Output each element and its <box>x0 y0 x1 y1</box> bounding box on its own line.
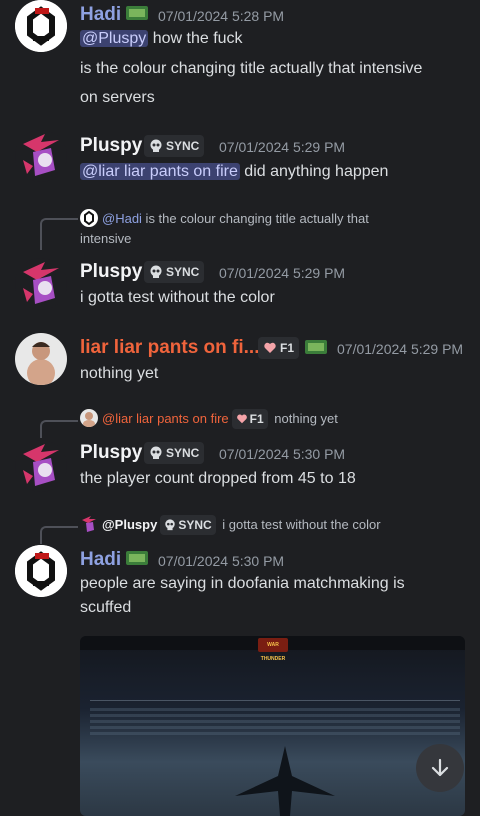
avatar-liar[interactable] <box>15 333 67 385</box>
pepe-flag-icon <box>126 551 148 565</box>
heart-icon <box>264 342 276 353</box>
reply-connector <box>40 420 78 438</box>
author-name[interactable]: liar liar pants on fi... <box>80 336 259 360</box>
reply-connector <box>40 526 78 544</box>
avatar-pluspy[interactable] <box>15 130 67 182</box>
role-tag: F1 <box>231 409 268 429</box>
avatar-liar-mini <box>80 409 98 427</box>
role-tag: F1 <box>258 337 300 359</box>
reply-preview[interactable]: @Pluspy SYNC i gotta test without the col… <box>80 515 381 535</box>
war-thunder-logo: WAR THUNDER <box>258 638 288 662</box>
message-line: scuffed <box>80 599 132 616</box>
scoreboard-divider <box>90 700 460 701</box>
message-line: i gotta test without the color <box>80 289 275 306</box>
timestamp: 07/01/2024 5:29 PM <box>337 341 464 357</box>
avatar-hadi-mini <box>80 209 98 227</box>
reply-preview-cont: intensive <box>80 231 132 246</box>
avatar-hadi[interactable] <box>15 0 67 52</box>
user-mention[interactable]: @liar liar pants on fire <box>80 163 240 180</box>
message-line: @Pluspy how the fuck <box>80 30 243 47</box>
message-line: the player count dropped from 45 to 18 <box>80 470 356 487</box>
role-tag: SYNC <box>144 442 205 464</box>
avatar-pluspy[interactable] <box>15 440 67 492</box>
pepe-flag-icon <box>305 340 327 354</box>
jet-silhouette <box>235 746 335 816</box>
message-line: nothing yet <box>80 365 159 382</box>
timestamp: 07/01/2024 5:30 PM <box>158 553 285 569</box>
message-line: on servers <box>80 89 155 106</box>
avatar-pluspy-mini <box>80 515 98 533</box>
role-tag: SYNC <box>144 135 205 157</box>
timestamp: 07/01/2024 5:30 PM <box>219 446 346 462</box>
reply-preview[interactable]: @liar liar pants on fire F1 nothing yet <box>80 409 338 429</box>
role-tag: SYNC <box>144 261 205 283</box>
author-name[interactable]: Pluspy <box>80 134 142 158</box>
author-name[interactable]: Pluspy <box>80 260 142 284</box>
role-tag: SYNC <box>160 515 216 535</box>
reply-preview[interactable]: @Hadi is the colour changing title actua… <box>80 209 369 228</box>
skull-icon <box>150 139 162 152</box>
author-name[interactable]: Pluspy <box>80 441 142 465</box>
arrow-down-icon <box>431 758 449 777</box>
reply-connector <box>40 218 78 250</box>
scoreboard-rows <box>90 708 460 738</box>
scroll-to-bottom-button[interactable] <box>416 744 464 792</box>
timestamp: 07/01/2024 5:28 PM <box>158 8 285 24</box>
timestamp: 07/01/2024 5:29 PM <box>219 139 346 155</box>
image-attachment[interactable]: WAR THUNDER <box>80 636 465 816</box>
avatar-pluspy[interactable] <box>15 258 67 310</box>
timestamp: 07/01/2024 5:29 PM <box>219 265 346 281</box>
skull-icon <box>165 519 176 531</box>
pepe-flag-icon <box>126 6 148 20</box>
avatar-hadi[interactable] <box>15 545 67 597</box>
skull-icon <box>150 265 162 278</box>
user-mention[interactable]: @Pluspy <box>80 30 149 47</box>
heart-icon <box>236 414 247 424</box>
skull-icon <box>150 446 162 459</box>
message-line: is the colour changing title actually th… <box>80 60 423 77</box>
message-line: @liar liar pants on fire did anything ha… <box>80 163 389 180</box>
